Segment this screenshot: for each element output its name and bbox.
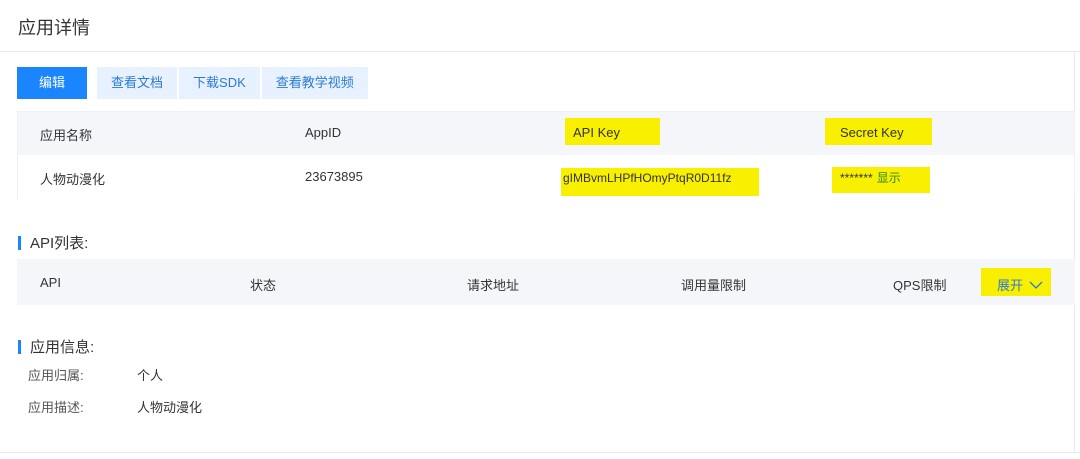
- view-docs-button[interactable]: 查看文档: [97, 67, 178, 99]
- section-marker: [18, 339, 21, 354]
- col-app-name: 应用名称: [40, 128, 93, 143]
- col-qps-limit: QPS限制: [893, 278, 947, 293]
- expand-label: 展开: [997, 278, 1024, 293]
- app-info-section-title: 应用信息:: [18, 336, 94, 357]
- secret-key-value: ******* 显示: [840, 169, 901, 186]
- chevron-down-icon: [1029, 277, 1043, 292]
- description-label: 应用描述:: [28, 400, 84, 415]
- owner-label: 应用归属:: [28, 368, 84, 383]
- bottom-divider: [0, 452, 1080, 453]
- api-list-table-header: API 状态 请求地址 调用量限制 QPS限制 展开: [17, 259, 1075, 305]
- app-name-value: 人物动漫化: [40, 172, 106, 187]
- credentials-table-header: 应用名称 AppID API Key Secret Key: [18, 112, 1074, 155]
- edit-button[interactable]: 编辑: [17, 67, 88, 99]
- show-secret-link[interactable]: 显示: [877, 171, 901, 185]
- col-call-limit: 调用量限制: [681, 278, 747, 293]
- view-tutorial-video-button[interactable]: 查看教学视频: [261, 67, 368, 99]
- app-info-title: 应用信息:: [30, 339, 95, 356]
- section-marker: [18, 235, 21, 250]
- col-status: 状态: [250, 278, 277, 293]
- owner-value: 个人: [137, 368, 164, 383]
- expand-button[interactable]: 展开: [997, 275, 1043, 294]
- col-request-url: 请求地址: [467, 278, 520, 293]
- col-secret-key: Secret Key: [840, 125, 904, 140]
- api-list-title: API列表:: [30, 235, 89, 252]
- download-sdk-button[interactable]: 下载SDK: [179, 67, 260, 99]
- description-value: 人物动漫化: [137, 400, 203, 415]
- api-key-value: gIMBvmLHPfHOmyPtqR0D11fz: [563, 171, 732, 185]
- col-api-key: API Key: [573, 125, 620, 140]
- secret-key-masked: *******: [840, 171, 873, 185]
- page-title: 应用详情: [18, 18, 90, 38]
- page-header: 应用详情: [0, 0, 1080, 52]
- col-app-id: AppID: [305, 125, 342, 140]
- api-list-section-title: API列表:: [18, 232, 88, 253]
- col-api: API: [40, 275, 61, 290]
- table-row: 人物动漫化 23673895 gIMBvmLHPfHOmyPtqR0D11fz …: [18, 155, 1074, 199]
- credentials-table: 应用名称 AppID API Key Secret Key 人物动漫化 2367…: [17, 111, 1075, 199]
- toolbar: 编辑 查看文档 下载SDK 查看教学视频: [17, 67, 370, 99]
- app-id-value: 23673895: [305, 169, 363, 184]
